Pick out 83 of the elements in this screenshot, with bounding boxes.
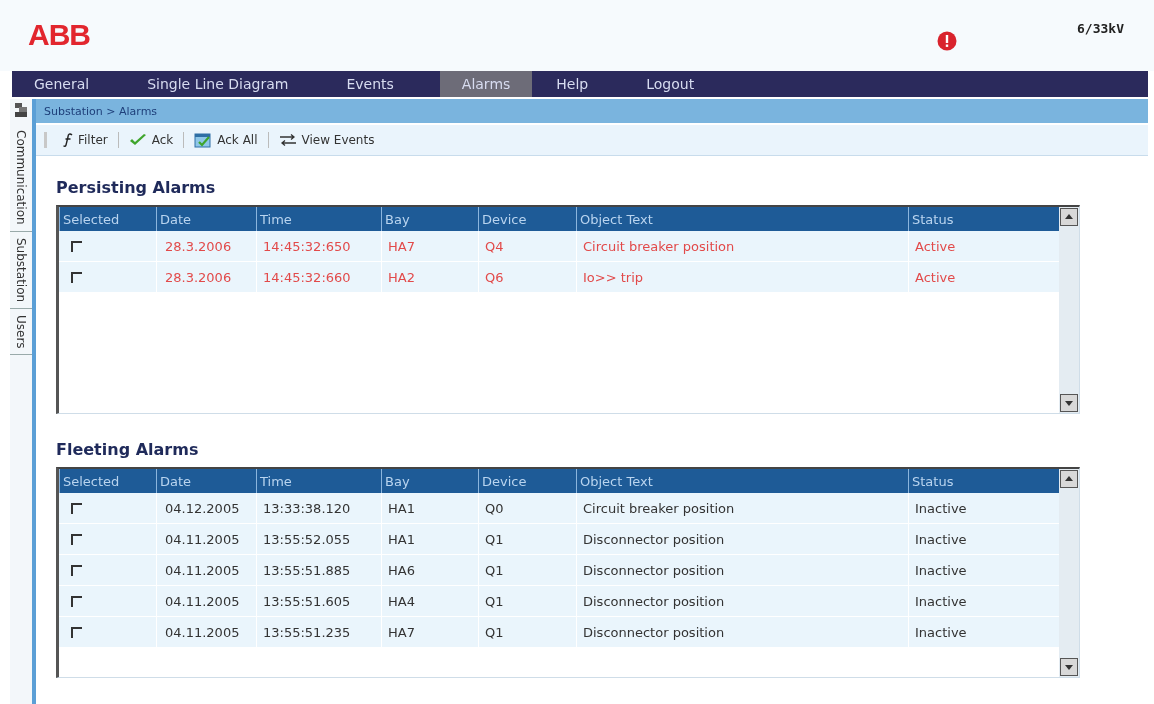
table-row[interactable]: 04.12.2005 13:33:38.120 HA1 Q0 Circuit breaker position Inactive [59, 493, 1059, 524]
table-cell: 04.11.2005 [165, 593, 240, 609]
table-cell: Circuit breaker position [583, 500, 735, 516]
function-icon [63, 133, 73, 147]
section-title: Fleeting Alarms [56, 440, 200, 459]
table-cell: Q1 [485, 593, 504, 609]
table-row[interactable]: 04.11.2005 13:55:52.055 HA1 Q1 Disconnector position Inactive [59, 524, 1059, 555]
swap-arrows-icon [278, 134, 297, 146]
section-title: Persisting Alarms [56, 178, 217, 197]
scroll-up-button[interactable] [1060, 208, 1078, 226]
table-cell: Q1 [485, 531, 504, 547]
breadcrumb: Substation > Alarms [44, 104, 158, 118]
table-cell: 14:45:32:650 [263, 238, 351, 254]
nav-tab[interactable]: Help [544, 70, 601, 97]
nav-tab[interactable]: Logout [634, 70, 707, 97]
table-cell: Inactive [915, 531, 967, 547]
scroll-up-button[interactable] [1060, 470, 1078, 488]
table-cell: 13:55:51.885 [263, 562, 351, 578]
table-cell: Q1 [485, 624, 504, 640]
table-cell: Inactive [915, 624, 967, 640]
table-row[interactable]: 04.11.2005 13:55:51.605 HA4 Q1 Disconnector position Inactive [59, 586, 1059, 617]
table-cell: Inactive [915, 562, 967, 578]
table-cell: Inactive [915, 593, 967, 609]
table-cell: 13:55:51.235 [263, 624, 351, 640]
table-row[interactable]: 04.11.2005 13:55:51.235 HA7 Q1 Disconnector position Inactive [59, 617, 1059, 648]
table-cell: Q6 [485, 269, 504, 285]
table-cell: 04.11.2005 [165, 531, 240, 547]
filter-button[interactable]: Filter [57, 131, 114, 149]
table-cell: Io>> trip [583, 269, 643, 285]
table-cell: Active [915, 269, 956, 285]
table-cell: Circuit breaker position [583, 238, 735, 254]
checkbox[interactable] [71, 564, 82, 576]
table-cell: 04.11.2005 [165, 624, 240, 640]
table-cell: 28.3.2006 [165, 269, 232, 285]
checkmark-icon [128, 133, 147, 147]
table-cell: Disconnector position [583, 593, 725, 609]
table-cell: 28.3.2006 [165, 238, 232, 254]
table-cell: 13:33:38.120 [263, 500, 351, 516]
checkbox[interactable] [71, 502, 82, 514]
alert-icon [937, 31, 958, 52]
table-cell: Q1 [485, 562, 504, 578]
table-row[interactable]: 04.11.2005 13:55:51.885 HA6 Q1 Disconnector position Inactive [59, 555, 1059, 586]
table-cell: 14:45:32:660 [263, 269, 351, 285]
table-cell: HA6 [388, 562, 415, 578]
table-cell: Q4 [485, 238, 504, 254]
computer-icon [14, 102, 28, 118]
nav-tab[interactable]: Events [334, 70, 406, 97]
checkbox[interactable] [71, 533, 82, 545]
scroll-down-button[interactable] [1060, 394, 1078, 412]
checkbox[interactable] [71, 240, 82, 252]
scrollbar[interactable] [1059, 207, 1079, 413]
window-check-icon [194, 132, 213, 148]
table-row[interactable]: 28.3.2006 14:45:32:650 HA7 Q4 Circuit breaker position Active [59, 231, 1059, 262]
table-cell: Inactive [915, 500, 967, 516]
nav-tab[interactable]: General [22, 70, 102, 97]
table-cell: Q0 [485, 500, 504, 516]
checkbox[interactable] [71, 626, 82, 638]
nav-tab[interactable]: Alarms [439, 70, 533, 97]
table-cell: 04.11.2005 [165, 562, 240, 578]
table-cell: 04.12.2005 [165, 500, 240, 516]
table-row[interactable]: 28.3.2006 14:45:32:660 HA2 Q6 Io>> trip Active [59, 262, 1059, 293]
table-cell: Disconnector position [583, 531, 725, 547]
table-cell: HA2 [388, 269, 415, 285]
table-cell: HA4 [388, 593, 415, 609]
scrollbar[interactable] [1059, 469, 1079, 677]
table-cell: 13:55:51.605 [263, 593, 351, 609]
table-cell: Disconnector position [583, 562, 725, 578]
nav-tab[interactable]: Single Line Diagram [135, 70, 301, 97]
checkbox[interactable] [71, 595, 82, 607]
scroll-down-button[interactable] [1060, 658, 1078, 676]
table-cell: Active [915, 238, 956, 254]
table-cell: 13:55:52.055 [263, 531, 351, 547]
table-cell: HA7 [388, 238, 415, 254]
table-cell: HA1 [388, 500, 415, 516]
checkbox[interactable] [71, 271, 82, 283]
table-cell: HA7 [388, 624, 415, 640]
voltage-label: 6/33kV [1077, 20, 1124, 36]
events-button[interactable]: View Events [272, 131, 381, 149]
table-cell: HA1 [388, 531, 415, 547]
ack-button[interactable]: Ack [122, 131, 180, 149]
logo: ABB [28, 18, 90, 53]
ackall-button[interactable]: Ack All [188, 130, 264, 150]
table-cell: Disconnector position [583, 624, 725, 640]
